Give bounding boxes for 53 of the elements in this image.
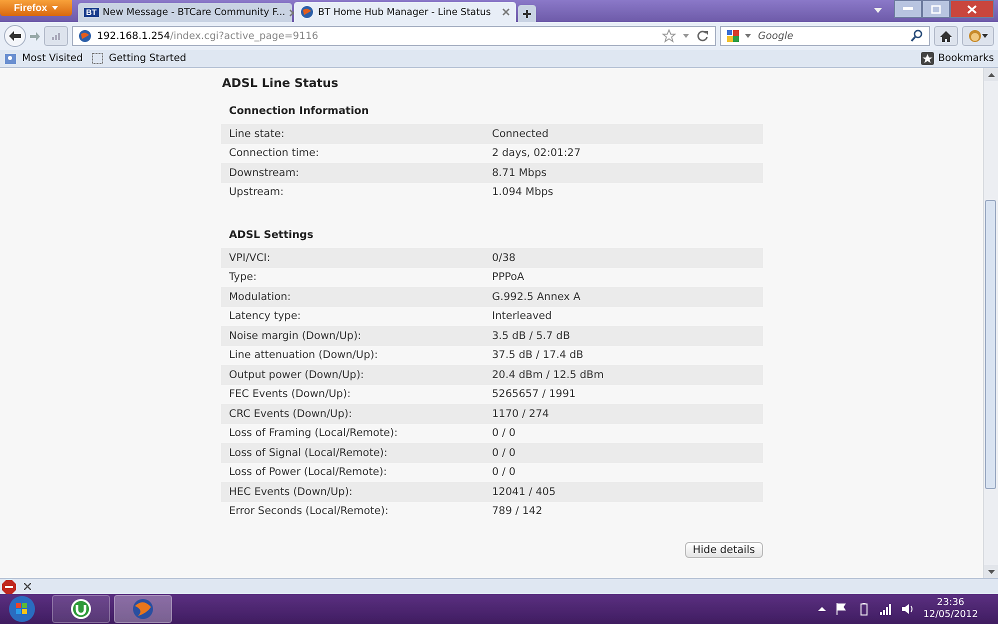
field-label: Output power (Down/Up): bbox=[228, 368, 365, 381]
page-title: ADSL Line Status bbox=[222, 76, 340, 90]
address-field[interactable]: 192.168.1.254/index.cgi?active_page=9116 bbox=[72, 26, 716, 46]
field-label: Downstream: bbox=[228, 166, 300, 179]
browser-tab[interactable]: BT New Message - BTCare Community F... bbox=[78, 3, 292, 22]
field-value: 0 / 0 bbox=[492, 446, 516, 459]
field-value: G.992.5 Annex A bbox=[492, 290, 580, 303]
url-text: 192.168.1.254/index.cgi?active_page=9116 bbox=[97, 30, 318, 42]
field-value: 8.71 Mbps bbox=[492, 166, 547, 179]
field-value: 12041 / 405 bbox=[492, 486, 556, 498]
field-value: Connected bbox=[492, 128, 549, 140]
search-bar[interactable]: Google bbox=[720, 26, 930, 46]
field-value: 3.5 dB / 5.7 dB bbox=[492, 330, 570, 342]
section-heading: ADSL Settings bbox=[229, 228, 314, 242]
section-heading: Connection Information bbox=[229, 104, 370, 118]
tab-title: BT Home Hub Manager - Line Status bbox=[318, 6, 491, 18]
field-value: 789 / 142 bbox=[492, 505, 542, 518]
field-value: 1170 / 274 bbox=[492, 408, 549, 420]
field-value: Interleaved bbox=[492, 310, 552, 322]
field-value: 1.094 Mbps bbox=[492, 186, 554, 198]
search-field[interactable]: Google bbox=[756, 30, 906, 42]
field-value: 0/38 bbox=[492, 252, 516, 264]
field-value: 0 / 0 bbox=[492, 466, 516, 478]
field-value: 20.4 dBm / 12.5 dBm bbox=[492, 368, 604, 381]
field-value: 2 days, 02:01:27 bbox=[492, 147, 581, 160]
bookmark-item[interactable]: Getting Started bbox=[90, 52, 186, 66]
field-label: Line state: bbox=[228, 128, 286, 140]
field-label: Type: bbox=[228, 271, 258, 284]
hide-details-button[interactable]: Hide details bbox=[684, 542, 763, 558]
field-label: Upstream: bbox=[228, 186, 285, 198]
field-label: CRC Events (Down/Up): bbox=[228, 408, 354, 420]
browser-tab[interactable]: BT Home Hub Manager - Line Status bbox=[294, 2, 516, 22]
tab-title: New Message - BTCare Community F... bbox=[102, 7, 286, 18]
field-label: Line attenuation (Down/Up): bbox=[228, 349, 379, 362]
field-value: 5265657 / 1991 bbox=[492, 388, 576, 400]
field-label: FEC Events (Down/Up): bbox=[228, 388, 352, 400]
bookmarks-menu[interactable]: Bookmarks bbox=[921, 52, 994, 65]
field-label: Loss of Signal (Local/Remote): bbox=[228, 446, 388, 459]
field-label: Loss of Framing (Local/Remote): bbox=[228, 427, 399, 440]
field-label: HEC Events (Down/Up): bbox=[228, 486, 354, 498]
clock[interactable]: 23:36 12/05/2012 bbox=[923, 597, 978, 621]
field-value: 0 / 0 bbox=[492, 427, 516, 440]
field-label: VPI/VCI: bbox=[228, 252, 272, 264]
field-label: Modulation: bbox=[228, 290, 292, 303]
field-value: 37.5 dB / 17.4 dB bbox=[492, 349, 584, 362]
field-label: Loss of Power (Local/Remote): bbox=[228, 466, 388, 478]
field-label: Connection time: bbox=[228, 147, 320, 160]
field-label: Error Seconds (Local/Remote): bbox=[228, 505, 390, 518]
bookmark-item[interactable]: Most Visited bbox=[4, 52, 83, 66]
tab-favicon: BT bbox=[84, 8, 99, 17]
field-value: PPPoA bbox=[492, 271, 524, 284]
field-label: Noise margin (Down/Up): bbox=[228, 330, 362, 342]
field-label: Latency type: bbox=[228, 310, 302, 322]
